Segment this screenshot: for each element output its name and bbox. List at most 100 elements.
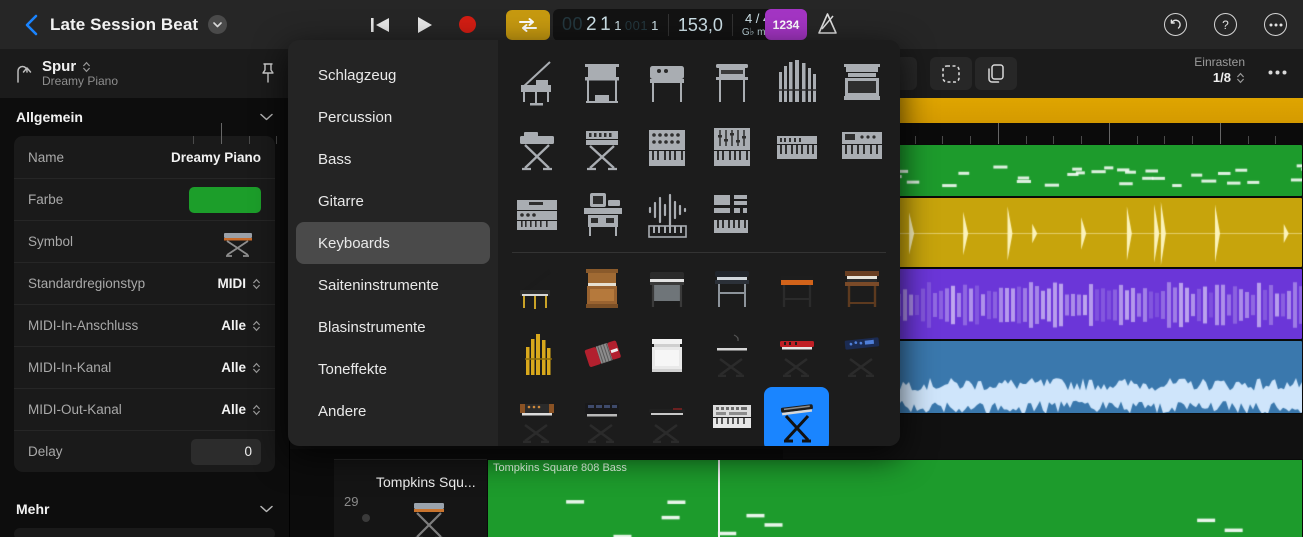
upright-piano-icon[interactable] (569, 50, 634, 114)
wood-mini-synth-photo[interactable] (504, 387, 569, 446)
vintage-computer-keys-icon[interactable] (569, 182, 634, 246)
console-organ-icon[interactable] (829, 50, 894, 114)
category-item-andere[interactable]: Andere (296, 390, 490, 432)
row-symbol[interactable]: Symbol (14, 220, 275, 262)
ruler-tick (970, 136, 971, 144)
inspector-title-row[interactable]: Spur (42, 58, 118, 75)
stage-piano-photo[interactable] (699, 255, 764, 319)
duplicate-icon[interactable] (975, 57, 1017, 90)
row-delay[interactable]: Delay 0 (14, 430, 275, 472)
slim-keyboard-stand-photo[interactable] (634, 387, 699, 446)
lcd-position-bar: 2 (586, 14, 598, 35)
play-icon[interactable] (416, 16, 433, 34)
selected-keyboard-stand-photo[interactable] (764, 387, 829, 446)
stepper-icon[interactable] (252, 278, 261, 290)
track-record-dot[interactable] (362, 514, 370, 522)
category-item-saiteninstrumente[interactable]: Saiteninstrumente (296, 264, 490, 306)
clavinet-stand-icon[interactable] (569, 116, 634, 180)
rack-synth-icon[interactable] (504, 182, 569, 246)
blue-synth-stand-photo[interactable] (829, 321, 894, 385)
delay-input[interactable]: 0 (191, 438, 261, 465)
chevron-down-icon[interactable] (260, 113, 273, 121)
wood-combo-organ-photo[interactable] (829, 255, 894, 319)
rewind-icon[interactable] (370, 17, 390, 33)
ruler-tick (1247, 136, 1249, 144)
marquee-icon[interactable] (930, 57, 972, 90)
more-dots-icon[interactable] (1268, 70, 1287, 75)
row-default-region-type[interactable]: Standardregionstyp MIDI (14, 262, 275, 304)
record-icon[interactable] (459, 16, 476, 33)
back-button[interactable] (18, 12, 44, 38)
stepper-icon[interactable] (252, 404, 261, 416)
category-item-gitarre[interactable]: Gitarre (296, 180, 490, 222)
category-item-toneffekte[interactable]: Toneffekte (296, 348, 490, 390)
electric-piano-icon[interactable] (634, 50, 699, 114)
red-accordion-photo[interactable] (569, 321, 634, 385)
red-stage-keyboard-photo[interactable] (764, 321, 829, 385)
row-name[interactable]: Name Dreamy Piano (14, 136, 275, 178)
row-midi-in-port[interactable]: MIDI-In-Anschluss Alle (14, 304, 275, 346)
row-value-group[interactable]: Alle (221, 318, 261, 333)
category-item-keyboards[interactable]: Keyboards (296, 222, 490, 264)
lcd-display[interactable]: 00 2 1 1 001 1 153,0 4 / 4 G♭ min (553, 9, 783, 41)
drum-machine-keys-icon[interactable] (634, 116, 699, 180)
orange-stage-piano-photo[interactable] (764, 255, 829, 319)
count-in-button[interactable]: 1234 (765, 9, 807, 40)
pipe-organ-icon[interactable] (764, 50, 829, 114)
ruler-tick (997, 123, 999, 144)
lcd-position-beat: 1 (600, 14, 612, 35)
white-vintage-synth-photo[interactable] (699, 387, 764, 446)
region-name: Tompkins Square 808 Bass (493, 462, 627, 474)
arrow-up-icon[interactable] (14, 64, 32, 84)
row-value-group[interactable]: Alle (221, 360, 261, 375)
row-value-group[interactable]: Alle (221, 402, 261, 417)
row-midi-out-channel[interactable]: MIDI-Out-Kanal Alle (14, 388, 275, 430)
track-header-29[interactable]: 29 Tompkins Squ... (334, 459, 490, 537)
section-header-general[interactable]: Allgemein (0, 98, 289, 136)
workstation-keyboard-icon[interactable] (829, 116, 894, 180)
modular-synth-icon[interactable] (699, 116, 764, 180)
help-icon[interactable]: ? (1214, 13, 1237, 36)
gold-pipe-organ-photo[interactable] (504, 321, 569, 385)
white-upright-piano-photo[interactable] (634, 321, 699, 385)
lcd-position[interactable]: 00 2 1 1 001 1 (553, 9, 668, 41)
keyboard-stand-icon[interactable] (215, 227, 261, 257)
lcd-tempo[interactable]: 153,0 (669, 9, 732, 41)
color-swatch[interactable] (189, 186, 261, 213)
category-item-blasinstrumente[interactable]: Blasinstrumente (296, 306, 490, 348)
category-item-schlagzeug[interactable]: Schlagzeug (296, 54, 490, 96)
stepper-icon[interactable] (252, 320, 261, 332)
pin-icon[interactable] (261, 63, 275, 83)
sampler-keys-icon[interactable] (699, 182, 764, 246)
midi-keyboard-icon[interactable] (764, 116, 829, 180)
snap-control[interactable]: Einrasten 1/8 (1194, 55, 1245, 86)
inspector-title: Spur (42, 57, 77, 75)
wood-upright-piano-photo[interactable] (569, 255, 634, 319)
digital-piano-photo[interactable] (634, 255, 699, 319)
cycle-icon[interactable] (506, 9, 550, 40)
row-midi-in-channel[interactable]: MIDI-In-Kanal Alle (14, 346, 275, 388)
grand-piano-icon[interactable] (504, 50, 569, 114)
stepper-icon[interactable] (252, 362, 261, 374)
chevron-down-icon[interactable] (208, 15, 228, 34)
metronome-icon[interactable] (815, 12, 840, 36)
row-color[interactable]: Farbe (14, 178, 275, 220)
category-item-percussion[interactable]: Percussion (296, 96, 490, 138)
black-keyboard-stand-photo[interactable] (699, 321, 764, 385)
dark-modular-stand-photo[interactable] (569, 387, 634, 446)
category-item-bass[interactable]: Bass (296, 138, 490, 180)
playhead[interactable] (718, 460, 720, 537)
row-value-group[interactable]: MIDI (218, 276, 262, 291)
grand-piano-photo[interactable] (504, 255, 569, 319)
spinet-piano-icon[interactable] (699, 50, 764, 114)
waveform-keys-icon[interactable] (634, 182, 699, 246)
synth-stand-icon[interactable] (504, 116, 569, 180)
stepper-icon[interactable] (82, 61, 91, 73)
snap-value-row[interactable]: 1/8 (1194, 70, 1245, 86)
stepper-icon[interactable] (1236, 72, 1245, 84)
region-tompkins-square-808-bass[interactable]: Tompkins Square 808 Bass (487, 459, 1303, 537)
more-icon[interactable] (1264, 13, 1287, 36)
chevron-down-icon[interactable] (260, 505, 273, 513)
section-header-more[interactable]: Mehr (0, 490, 289, 528)
undo-icon[interactable] (1164, 13, 1187, 36)
